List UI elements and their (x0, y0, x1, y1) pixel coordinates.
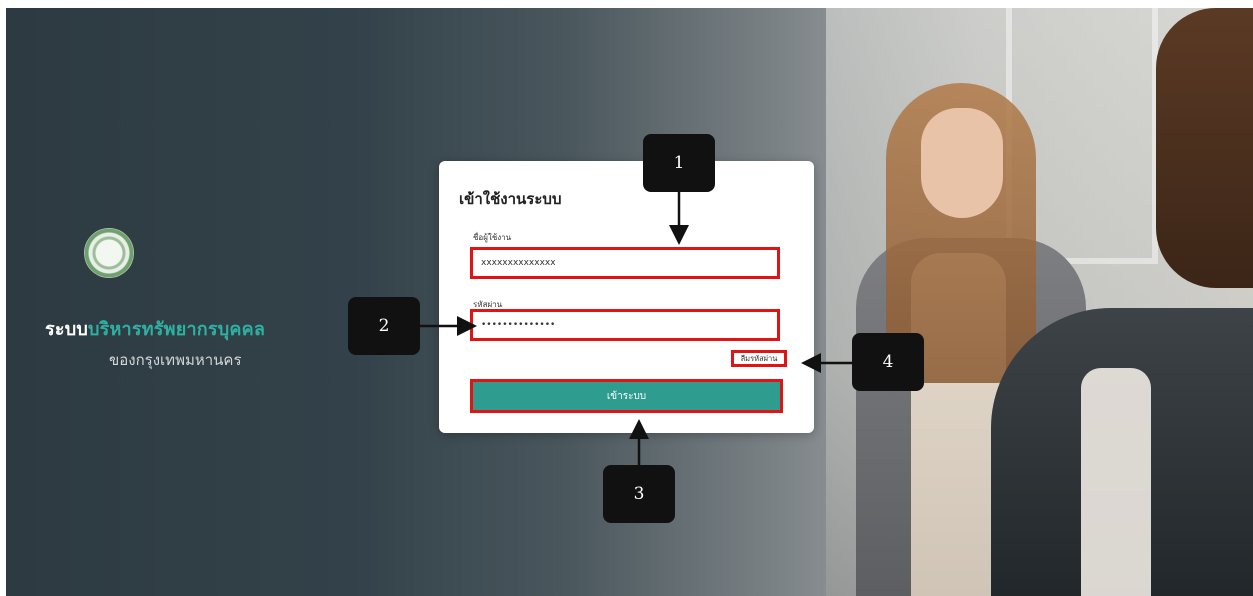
background-person-hair-2 (1156, 8, 1253, 288)
callout-4: 4 (852, 333, 924, 391)
login-button-label: เข้าระบบ (606, 390, 647, 402)
background-person-face (921, 108, 1003, 218)
forgot-password-link[interactable]: ลืมรหัสผ่าน (731, 350, 787, 367)
callout-1: 1 (643, 134, 715, 192)
username-label: ชื่อผู้ใช้งาน (473, 233, 512, 242)
login-title: เข้าใช้งานระบบ (459, 190, 562, 208)
login-card: เข้าใช้งานระบบ ชื่อผู้ใช้งาน รหัสผ่าน ลื… (439, 161, 814, 433)
username-input[interactable] (470, 247, 780, 279)
brand-title: ระบบบริหารทรัพยากรบุคคล (45, 314, 325, 343)
callout-2: 2 (348, 297, 420, 355)
bma-logo-icon (84, 228, 134, 278)
brand-title-part2: บริหารทรัพยากรบุคคล (88, 319, 266, 340)
callout-3: 3 (603, 465, 675, 523)
brand-block: ระบบบริหารทรัพยากรบุคคล ของกรุงเทพมหานคร (45, 228, 325, 372)
brand-title-part1: ระบบ (45, 319, 88, 340)
password-input[interactable] (470, 309, 780, 341)
background-person-shirt (1081, 368, 1151, 596)
brand-subtitle: ของกรุงเทพมหานคร (109, 351, 242, 369)
login-button[interactable]: เข้าระบบ (470, 379, 783, 413)
